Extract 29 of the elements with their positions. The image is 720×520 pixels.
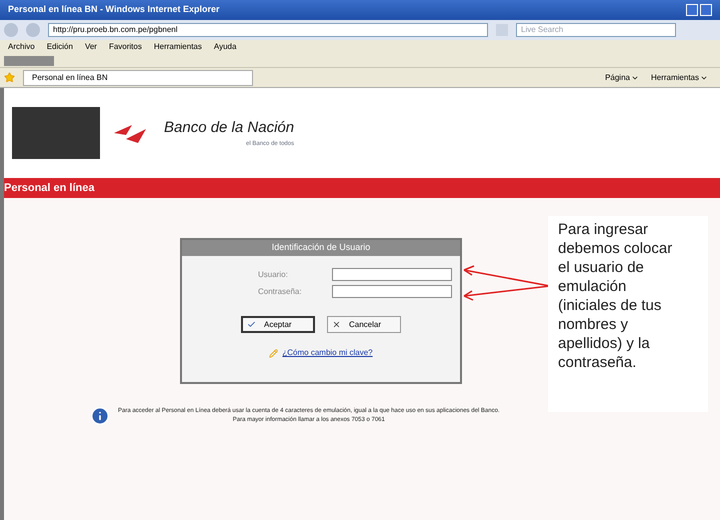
input-field[interactable] (332, 285, 452, 298)
menu-item[interactable]: Archivo (8, 41, 35, 53)
help-link[interactable]: ¿Cómo cambio mi clave? (282, 347, 373, 359)
accept-button[interactable]: Aceptar (241, 316, 315, 333)
menu-item[interactable]: Ayuda (214, 41, 236, 53)
maximize-button[interactable] (700, 4, 712, 16)
menu-item[interactable]: Edición (46, 41, 73, 53)
command-button[interactable]: Página (605, 72, 639, 84)
input-field[interactable] (332, 268, 452, 281)
pencil-icon (269, 348, 278, 358)
check-icon (247, 320, 256, 329)
window-title: Personal en línea BN - Windows Internet Explorer (8, 3, 220, 16)
address-field[interactable]: http://pru.proeb.bn.com.pe/pgbnenl (48, 23, 488, 37)
star-icon[interactable] (4, 72, 15, 83)
field-label: Usuario: (257, 268, 289, 280)
close-icon (332, 320, 341, 329)
menu-item[interactable]: Herramientas (154, 41, 202, 53)
command-button[interactable]: Herramientas (650, 72, 708, 84)
minimize-button[interactable] (686, 4, 698, 16)
section-title: Personal en línea (4, 180, 94, 196)
menu-item[interactable]: Favoritos (108, 41, 142, 53)
brand-name: Banco de la Nación (164, 118, 294, 138)
browser-tab[interactable]: Personal en línea BN (23, 70, 253, 86)
menu-item[interactable]: Ver (84, 41, 97, 53)
panel-title: Identificación de Usuario (272, 241, 370, 254)
cancel-button[interactable]: Cancelar (327, 316, 401, 333)
annotation-text: Para ingresar debemos colocar el usuario de emulación (iniciales de tus nombres y apellidos) y la contraseña. (558, 220, 674, 372)
field-label: Contraseña: (257, 286, 303, 298)
info-icon (90, 406, 110, 426)
